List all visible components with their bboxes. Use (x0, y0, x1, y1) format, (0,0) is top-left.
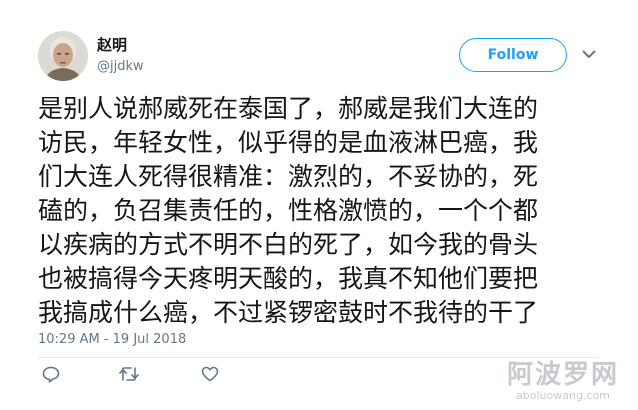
avatar-photo (38, 31, 88, 81)
tweet-text-line: 是别人说郝威死在泰国了，郝威是我们大连的 (38, 94, 539, 123)
heart-icon[interactable] (199, 364, 221, 384)
tweet-text-line: 访民，年轻女性，似乎得的是血液淋巴癌，我 (38, 128, 539, 157)
chevron-down-icon[interactable] (580, 47, 598, 61)
avatar[interactable] (38, 31, 88, 81)
display-name[interactable]: 赵明 (97, 35, 127, 55)
tweet-text-line: 也被搞得今天疼明天酸的，我真不知他们要把 (38, 264, 539, 293)
tweet-text-line: 以疾病的方式不明不白的死了，如今我的骨头 (38, 230, 539, 259)
watermark-url: aboluowang.com (516, 389, 610, 402)
watermark-text: 阿波罗网 (506, 360, 619, 390)
tweet-text-line: 我搞成什么癌，不过紧锣密鼓时不我待的干了 (38, 298, 539, 327)
retweet-icon[interactable] (118, 364, 140, 384)
tweet-timestamp[interactable]: 10:29 AM - 19 Jul 2018 (38, 331, 186, 349)
reply-icon[interactable] (40, 364, 62, 384)
follow-button[interactable]: Follow (459, 38, 567, 72)
site-watermark: 阿波罗网 aboluowang.com (498, 361, 628, 402)
tweet-text-line: 磕的，负召集责任的，性格激愤的，一个个都 (38, 196, 539, 225)
divider (38, 357, 598, 358)
tweet-text: 是别人说郝威死在泰国了，郝威是我们大连的 访民，年轻女性，似乎得的是血液淋巴癌，… (38, 92, 598, 330)
tweet-text-line: 们大连人死得很精准：激烈的，不妥协的，死 (38, 162, 539, 191)
user-handle[interactable]: @jjdkw (97, 58, 144, 76)
